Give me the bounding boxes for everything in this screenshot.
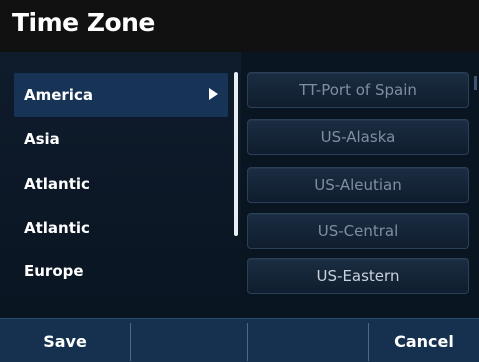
zone-button-us-eastern[interactable]: US-Eastern [247, 258, 469, 294]
region-item-label: America [24, 86, 93, 104]
region-item-label: Atlantic [24, 175, 90, 193]
zone-button-tt-port-of-spain[interactable]: TT-Port of Spain [247, 72, 469, 108]
region-item-label: Asia [24, 130, 60, 148]
list-scrollbar[interactable] [234, 72, 238, 236]
time-zone-screen: Time Zone America Asia Atlantic Atlantic… [0, 0, 479, 362]
cancel-button[interactable]: Cancel [369, 319, 479, 362]
region-item-america[interactable]: America [14, 73, 228, 117]
region-item-asia[interactable]: Asia [14, 117, 228, 161]
softkey-empty-3[interactable] [248, 319, 368, 362]
scroll-edge-marker [474, 76, 477, 90]
region-item-label: Europe [24, 262, 84, 280]
save-button[interactable]: Save [0, 319, 130, 362]
zone-button-us-aleutian[interactable]: US-Aleutian [247, 167, 469, 203]
region-item-atlantic-2[interactable]: Atlantic [14, 206, 228, 250]
region-item-atlantic[interactable]: Atlantic [14, 162, 228, 206]
page-title: Time Zone [12, 8, 155, 37]
right-arrow-icon [209, 88, 218, 100]
softkey-empty-2[interactable] [131, 319, 247, 362]
softkey-bar: Save Cancel [0, 318, 479, 362]
region-item-label: Atlantic [24, 219, 90, 237]
region-item-europe[interactable]: Europe [14, 249, 228, 293]
zone-button-us-alaska[interactable]: US-Alaska [247, 119, 469, 155]
region-list: America Asia Atlantic Atlantic Europe [0, 52, 241, 308]
title-bar: Time Zone [0, 0, 479, 52]
zone-list: TT-Port of Spain US-Alaska US-Aleutian U… [243, 64, 479, 304]
zone-button-us-central[interactable]: US-Central [247, 213, 469, 249]
